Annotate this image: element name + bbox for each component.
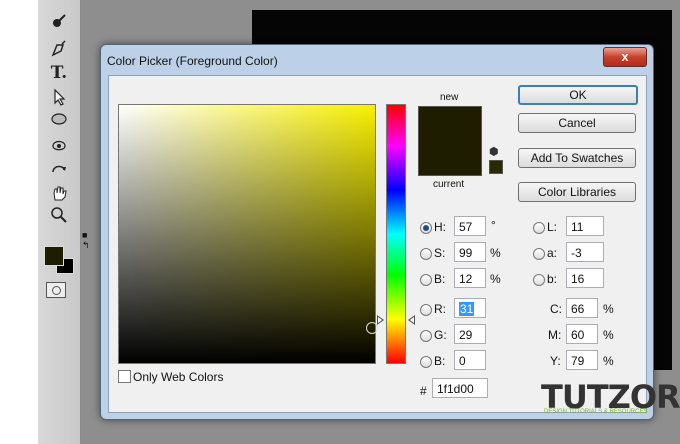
hue-input[interactable]: 57 xyxy=(454,216,486,236)
hex-input[interactable]: 1f1d00 xyxy=(432,378,488,398)
radio-red[interactable] xyxy=(420,304,432,316)
hex-label: # xyxy=(420,384,427,398)
hue-slider-handle-right[interactable] xyxy=(408,315,415,325)
cancel-button[interactable]: Cancel xyxy=(518,113,636,133)
saturation-label: S: xyxy=(434,246,446,260)
color-libraries-button[interactable]: Color Libraries xyxy=(518,182,636,202)
pen-icon[interactable] xyxy=(44,38,74,60)
magenta-unit: % xyxy=(603,328,614,342)
hue-slider-handle-left[interactable] xyxy=(377,315,384,325)
path-select-icon[interactable] xyxy=(44,86,74,108)
b-channel-label: b: xyxy=(547,272,558,286)
close-button[interactable]: x xyxy=(603,47,647,67)
cyan-input[interactable]: 66 xyxy=(566,298,598,318)
a-channel-input[interactable]: -3 xyxy=(566,242,604,262)
tools-panel: T. ■ ↰ xyxy=(38,0,90,444)
radio-brightness[interactable] xyxy=(420,274,432,286)
radio-saturation[interactable] xyxy=(420,248,432,260)
yellow-label: Y: xyxy=(550,354,561,368)
brightness-input[interactable]: 12 xyxy=(454,268,486,288)
blue-input[interactable]: 0 xyxy=(454,350,486,370)
dialog-title: Color Picker (Foreground Color) xyxy=(107,54,278,68)
red-input-value: 31 xyxy=(459,302,475,316)
color-field[interactable] xyxy=(118,104,376,364)
magenta-label: M: xyxy=(548,328,562,342)
hue-unit: ° xyxy=(491,218,496,232)
green-input[interactable]: 29 xyxy=(454,324,486,344)
zoom-icon[interactable] xyxy=(44,204,74,226)
tutzor-tagline: DESIGN TUTORIALS & RESOURCES xyxy=(544,409,648,415)
current-color-swatch[interactable] xyxy=(419,141,481,175)
red-input[interactable]: 31 xyxy=(454,298,486,318)
brightness-label: B: xyxy=(434,272,446,286)
brush-icon[interactable] xyxy=(44,10,74,32)
type-icon[interactable]: T. xyxy=(44,62,74,84)
only-web-colors-label: Only Web Colors xyxy=(133,370,224,384)
dialog-titlebar[interactable]: Color Picker (Foreground Color) x xyxy=(101,45,653,75)
blue-label: B: xyxy=(434,354,446,368)
rotate-icon[interactable] xyxy=(44,158,74,180)
hue-label: H: xyxy=(434,220,446,234)
red-label: R: xyxy=(434,302,446,316)
ellipse-icon[interactable] xyxy=(44,108,74,130)
saturation-unit: % xyxy=(490,246,501,260)
radio-hue[interactable] xyxy=(420,222,432,234)
a-channel-label: a: xyxy=(547,246,558,260)
magenta-input[interactable]: 60 xyxy=(566,324,598,344)
radio-lightness[interactable] xyxy=(533,222,545,234)
yellow-unit: % xyxy=(603,354,614,368)
foreground-color-swatch[interactable] xyxy=(44,246,64,266)
green-label: G: xyxy=(434,328,447,342)
add-to-swatches-button[interactable]: Add To Swatches xyxy=(518,148,636,168)
yellow-input[interactable]: 79 xyxy=(566,350,598,370)
only-web-colors-checkbox[interactable] xyxy=(118,370,131,383)
b-channel-input[interactable]: 16 xyxy=(566,268,604,288)
ok-button[interactable]: OK xyxy=(518,85,638,105)
hue-slider[interactable] xyxy=(386,104,406,364)
cyan-label: C: xyxy=(550,302,562,316)
hand-icon[interactable] xyxy=(44,182,74,204)
new-color-swatch xyxy=(419,107,481,141)
brightness-unit: % xyxy=(490,272,501,286)
swap-colors-icon[interactable]: ■ ↰ xyxy=(82,230,90,251)
new-label: new xyxy=(440,92,459,103)
lightness-input[interactable]: 11 xyxy=(566,216,604,236)
quick-mask-icon[interactable] xyxy=(46,282,66,298)
radio-blue[interactable] xyxy=(420,356,432,368)
radio-green[interactable] xyxy=(420,330,432,342)
web-safe-color-swatch[interactable] xyxy=(489,160,503,174)
cube-icon[interactable]: ⬢ xyxy=(489,146,501,158)
cyan-unit: % xyxy=(603,302,614,316)
current-label: current xyxy=(433,179,465,190)
color-preview xyxy=(418,106,482,176)
radio-b-channel[interactable] xyxy=(533,274,545,286)
saturation-input[interactable]: 99 xyxy=(454,242,486,262)
hand-drag-icon[interactable] xyxy=(44,134,74,156)
radio-a-channel[interactable] xyxy=(533,248,545,260)
lightness-label: L: xyxy=(547,220,558,234)
